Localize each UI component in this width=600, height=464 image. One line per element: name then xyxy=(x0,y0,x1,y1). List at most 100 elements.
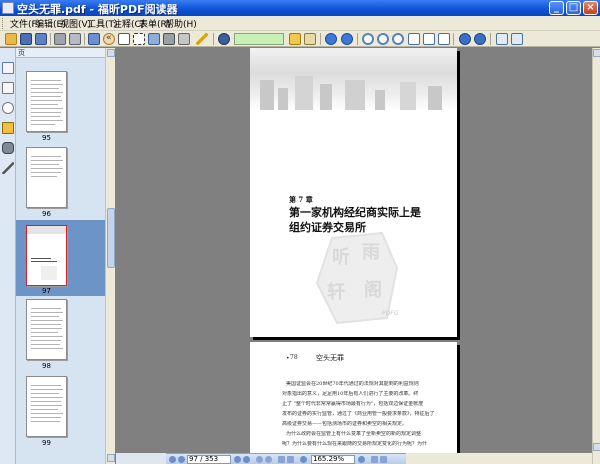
body-text-line: 发布的证券的实行监管，通过了《商业用管一般要求条款》，特征后了 xyxy=(282,411,435,417)
scroll-thumb[interactable] xyxy=(107,208,115,268)
zoom-in-nav-icon[interactable] xyxy=(358,456,365,463)
navigation-bar: 97 / 353 165.29% xyxy=(116,453,592,464)
app-icon[interactable] xyxy=(2,2,14,14)
back-arrow-icon[interactable] xyxy=(325,33,337,45)
chapter-banner-image xyxy=(250,48,457,110)
menu-help[interactable]: 帮助(H) xyxy=(165,17,197,30)
signatures-tab-icon[interactable] xyxy=(2,162,14,174)
forward-arrow-icon[interactable] xyxy=(341,33,353,45)
watermark-char: 听 xyxy=(332,247,350,268)
pages-tab-icon[interactable] xyxy=(2,62,14,74)
document-scrollbar[interactable] xyxy=(592,48,600,464)
maximize-icon: □ xyxy=(568,2,579,13)
select-text-icon[interactable] xyxy=(118,33,130,45)
thumbnail-item[interactable]: 95 xyxy=(16,64,105,144)
page-number-input[interactable]: 97 / 353 xyxy=(187,455,231,464)
last-page-icon[interactable] xyxy=(243,456,250,463)
scroll-down-icon[interactable] xyxy=(107,454,115,462)
menu-bar: 文件(F) 编辑(E) 视图(V) 工具(T) 注释(C) 表单(R) 帮助(H… xyxy=(0,16,600,31)
actual-size-icon[interactable] xyxy=(438,33,450,45)
print-icon[interactable] xyxy=(54,33,66,45)
page-header-bullet: • xyxy=(286,355,290,362)
next-page-icon[interactable] xyxy=(234,456,241,463)
watermark-footer: PDFG xyxy=(382,310,399,317)
thumbnail-page[interactable] xyxy=(26,71,67,132)
layers-tab-icon[interactable] xyxy=(2,122,14,134)
toolbar-separator xyxy=(453,33,454,45)
scroll-up-icon[interactable] xyxy=(107,49,115,57)
body-text-line: 对象指出的意义，足足用10年后有人们进行了主要的改革。终 xyxy=(282,391,419,397)
find-icon[interactable] xyxy=(218,33,230,45)
maximize-button[interactable]: □ xyxy=(566,1,581,15)
bookmarks-tab-icon[interactable] xyxy=(2,82,14,94)
first-page-icon[interactable] xyxy=(169,456,176,463)
thumbnail-label: 98 xyxy=(42,362,51,370)
zoom-out-icon[interactable] xyxy=(377,33,389,45)
next-view-icon[interactable] xyxy=(265,456,272,463)
collapse-panel-icon[interactable]: « xyxy=(106,33,116,45)
save-as-icon[interactable] xyxy=(35,33,47,45)
single-page-view-icon[interactable] xyxy=(278,456,285,463)
rotate-left-icon[interactable] xyxy=(459,33,471,45)
window-title: 空头无罪.pdf - 福昕PDF阅读器 xyxy=(17,3,178,16)
thumbnail-label: 96 xyxy=(42,210,51,218)
single-page-icon[interactable] xyxy=(496,33,508,45)
toolbar-separator xyxy=(50,33,51,45)
image-tool-icon[interactable] xyxy=(148,33,160,45)
rotate-right-icon[interactable] xyxy=(474,33,486,45)
toolbar-separator xyxy=(84,33,85,45)
thumbnail-page[interactable] xyxy=(26,225,67,286)
zoom-input[interactable]: 165.29% xyxy=(311,455,355,464)
previous-page-icon[interactable] xyxy=(178,456,185,463)
attachments-tab-icon[interactable] xyxy=(2,142,14,154)
pencil-icon[interactable] xyxy=(196,33,208,45)
menubar-grip[interactable] xyxy=(2,18,5,29)
print-preview-icon[interactable] xyxy=(69,33,81,45)
chapter-number: 第 7 章 xyxy=(289,195,313,204)
scroll-down-icon[interactable] xyxy=(593,443,600,451)
zoom-select-icon[interactable] xyxy=(392,33,404,45)
bookmark-add-icon[interactable] xyxy=(304,33,316,45)
panel-header: 页 xyxy=(16,48,105,58)
navbar-left-space xyxy=(116,453,166,464)
fullscreen-icon[interactable] xyxy=(88,33,100,45)
stamp-icon[interactable] xyxy=(163,33,175,45)
fit-page-nav-icon[interactable] xyxy=(371,456,378,463)
title-bar: 空头无罪.pdf - 福昕PDF阅读器 _ □ × xyxy=(0,0,600,16)
thumbnail-page[interactable] xyxy=(26,376,67,437)
thumbnail-item[interactable]: 96 xyxy=(16,140,105,220)
previous-view-icon[interactable] xyxy=(256,456,263,463)
thumbnail-page[interactable] xyxy=(26,147,67,208)
print-setup-icon[interactable] xyxy=(178,33,190,45)
thumbnail-label: 97 xyxy=(42,287,51,295)
close-button[interactable]: × xyxy=(583,1,598,15)
running-header: 空头无罪 xyxy=(316,354,344,362)
body-text-line: 止了 "整个时代非常常赢得市场最有行为"，包括双边保证金帐度 xyxy=(282,401,424,407)
thumbnail-scrollbar[interactable] xyxy=(105,48,115,464)
pdf-page: 第 7 章 第一家机构经纪商实际上是 组约证券交易所 听 雨 轩 阁 PDFG xyxy=(250,48,457,337)
zoom-in-icon[interactable] xyxy=(362,33,374,45)
find-input[interactable] xyxy=(234,33,284,45)
thumbnail-panel: 页 95 96 97 98 99 xyxy=(16,48,105,464)
snapshot-icon[interactable] xyxy=(133,33,145,45)
thumbnail-item[interactable]: 98 xyxy=(16,296,105,376)
thumbnail-item[interactable]: 99 xyxy=(16,372,105,452)
minimize-button[interactable]: _ xyxy=(549,1,564,15)
fit-width-icon[interactable] xyxy=(423,33,435,45)
open-icon[interactable] xyxy=(5,33,17,45)
thumbnail-page[interactable] xyxy=(26,299,67,360)
fit-page-icon[interactable] xyxy=(408,33,420,45)
zoom-out-nav-icon[interactable] xyxy=(300,456,307,463)
highlight-icon[interactable] xyxy=(289,33,301,45)
body-text-line: 为什么政府会在监管上有什么变革了全新卖空的新的规定调整 xyxy=(286,431,422,437)
fit-width-nav-icon[interactable] xyxy=(380,456,387,463)
close-icon: × xyxy=(586,2,595,13)
page-number: 78 xyxy=(290,354,298,361)
save-icon[interactable] xyxy=(20,33,32,45)
two-page-view-icon[interactable] xyxy=(287,456,294,463)
document-view[interactable]: 第 7 章 第一家机构经纪商实际上是 组约证券交易所 听 雨 轩 阁 PDFG … xyxy=(116,48,592,457)
continuous-page-icon[interactable] xyxy=(511,33,523,45)
thumbnail-item-selected[interactable]: 97 xyxy=(16,220,105,296)
scroll-up-icon[interactable] xyxy=(593,49,600,57)
annotations-tab-icon[interactable] xyxy=(2,102,14,114)
